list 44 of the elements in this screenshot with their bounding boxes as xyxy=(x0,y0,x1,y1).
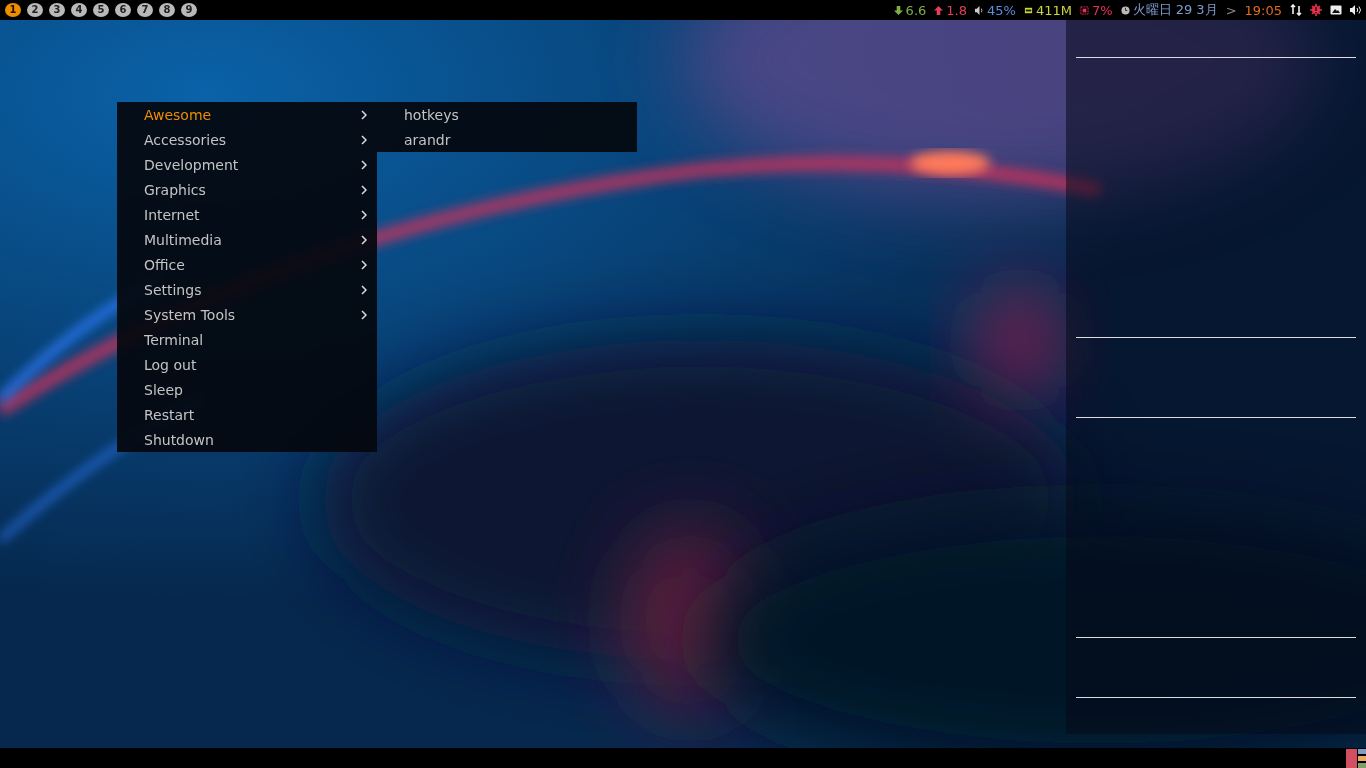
status-text: 6.6 xyxy=(905,2,927,18)
status-text: 7% xyxy=(1091,2,1113,18)
gear-icon[interactable] xyxy=(1310,4,1322,16)
menu-item[interactable]: Restart xyxy=(117,402,377,427)
speaker-icon xyxy=(975,5,984,15)
up-arrow-icon xyxy=(934,5,944,15)
workspace-tag[interactable]: 7 xyxy=(137,3,153,17)
chip-icon xyxy=(1079,5,1089,15)
status-text: > xyxy=(1225,2,1237,18)
workspace-tag[interactable]: 8 xyxy=(159,3,175,17)
menu-item[interactable]: Office xyxy=(117,252,377,277)
menu-item[interactable]: Multimedia xyxy=(117,227,377,252)
status-text: 19:05 xyxy=(1244,2,1282,18)
speaker-icon[interactable] xyxy=(1350,4,1362,16)
workspace-tag[interactable]: 9 xyxy=(181,3,197,17)
transfer-arrows-icon[interactable] xyxy=(1290,4,1302,16)
menu-item[interactable]: Graphics xyxy=(117,177,377,202)
workspace-tag[interactable]: 5 xyxy=(93,3,109,17)
menu-item[interactable]: Internet xyxy=(117,202,377,227)
workspace-tag[interactable]: 4 xyxy=(71,3,87,17)
workspace-tag[interactable]: 1 xyxy=(5,3,21,17)
menu-item[interactable]: System Tools xyxy=(117,302,377,327)
down-arrow-icon xyxy=(893,5,903,15)
menu-item[interactable]: Shutdown xyxy=(117,427,377,452)
menu-item[interactable]: Log out xyxy=(117,352,377,377)
layout-icon[interactable] xyxy=(1346,748,1366,768)
menu-item[interactable]: hotkeys xyxy=(377,102,637,127)
status-text: 1.8 xyxy=(946,2,967,18)
workspace-tag[interactable]: 2 xyxy=(27,3,43,17)
memory-icon xyxy=(1023,5,1033,15)
clock-icon xyxy=(1120,5,1130,15)
status-text: 411M xyxy=(1035,2,1072,18)
status-text: 火曜日 29 3月 xyxy=(1132,1,1218,19)
menu-item[interactable]: Terminal xyxy=(117,327,377,352)
workspace-tag[interactable]: 3 xyxy=(49,3,65,17)
menu-item[interactable]: Settings xyxy=(117,277,377,302)
menu-item[interactable]: Accessories xyxy=(117,127,377,152)
menu-item[interactable]: Awesome xyxy=(117,102,377,127)
menu-item[interactable]: Sleep xyxy=(117,377,377,402)
status-text: 45% xyxy=(987,2,1016,18)
menu-item[interactable]: Development xyxy=(117,152,377,177)
menu-item[interactable]: arandr xyxy=(377,127,637,152)
workspace-tag[interactable]: 6 xyxy=(115,3,131,17)
image-icon[interactable] xyxy=(1330,4,1342,16)
